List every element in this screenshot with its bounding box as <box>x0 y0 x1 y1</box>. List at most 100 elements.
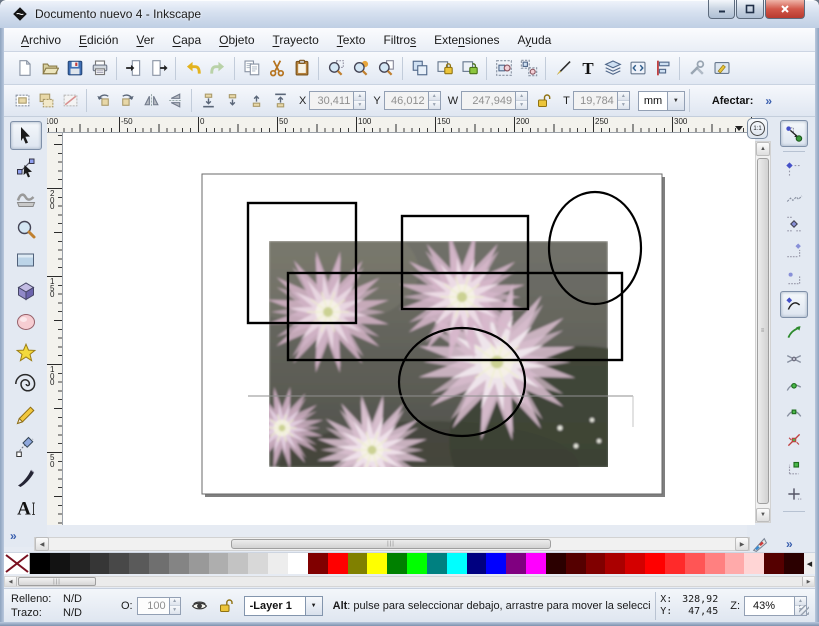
palette-scrollbar[interactable]: ◀ ||| ▶ <box>4 576 815 587</box>
input-devices-button[interactable] <box>709 55 734 81</box>
snap-nodes-button[interactable] <box>780 291 808 318</box>
palette-swatch[interactable] <box>744 553 764 574</box>
fill-stroke-indicator[interactable]: Relleno: N/D Trazo: N/D <box>11 592 107 620</box>
export-document-button[interactable] <box>146 55 171 81</box>
palette-swatch[interactable] <box>268 553 288 574</box>
palette-swatch[interactable] <box>427 553 447 574</box>
menu-ayuda[interactable]: Ayuda <box>509 30 561 50</box>
palette-swatch[interactable] <box>209 553 229 574</box>
palette-swatch[interactable] <box>764 553 784 574</box>
horizontal-ruler[interactable]: -100-50050100150200250300350 <box>47 117 755 133</box>
units-dropdown-arrow[interactable]: ▼ <box>668 91 685 111</box>
units-selector[interactable]: mm▼ <box>638 91 685 111</box>
menu-filtros[interactable]: Filtros <box>374 30 425 50</box>
ungroup-objects-button[interactable] <box>516 55 541 81</box>
menu-edicion[interactable]: Edición <box>70 30 127 50</box>
snap-bbox-edge-midpoints-button[interactable] <box>780 237 808 264</box>
snap-cusp-nodes-button[interactable] <box>780 372 808 399</box>
import-document-button[interactable] <box>121 55 146 81</box>
menu-ver[interactable]: Ver <box>127 30 163 50</box>
menu-archivo[interactable]: Archivo <box>12 30 70 50</box>
horizontal-scroll-thumb[interactable]: ||| <box>231 539 551 549</box>
fill-stroke-dialog-button[interactable] <box>550 55 575 81</box>
palette-swatch[interactable] <box>149 553 169 574</box>
flip-horizontal-button[interactable] <box>139 89 163 113</box>
scroll-down-arrow[interactable]: ▼ <box>756 508 770 522</box>
tool-spiral[interactable] <box>10 369 42 398</box>
y-field[interactable]: 46,012 <box>384 91 428 110</box>
palette-swatch[interactable] <box>248 553 268 574</box>
palette-swatch[interactable] <box>50 553 70 574</box>
raise-button[interactable] <box>244 89 268 113</box>
palette-swatch[interactable] <box>506 553 526 574</box>
resize-grip[interactable] <box>799 605 809 615</box>
palette-scroll-left-arrow[interactable]: ◀ <box>5 577 17 586</box>
tool-text[interactable]: A <box>10 493 42 522</box>
palette-swatch[interactable] <box>625 553 645 574</box>
palette-swatch[interactable] <box>566 553 586 574</box>
scroll-right-arrow[interactable]: ▶ <box>735 537 749 551</box>
snap-line-midpoints-button[interactable] <box>780 426 808 453</box>
palette-none-swatch[interactable] <box>4 553 30 574</box>
deselect-button[interactable] <box>58 89 82 113</box>
vertical-scrollbar[interactable]: ▲ ≡ ▼ <box>755 141 771 523</box>
palette-swatch[interactable] <box>288 553 308 574</box>
rotate-ccw-button[interactable] <box>91 89 115 113</box>
layer-dropdown-arrow[interactable]: ▼ <box>306 596 323 616</box>
tool-rectangle[interactable] <box>10 245 42 274</box>
palette-swatch[interactable] <box>169 553 189 574</box>
minimize-button[interactable] <box>708 0 735 19</box>
palette-swatch[interactable] <box>665 553 685 574</box>
palette-more-arrow[interactable]: ◀ <box>804 553 815 574</box>
tool-controls-overflow-chevron[interactable]: » <box>765 94 772 108</box>
scroll-up-arrow[interactable]: ▲ <box>756 142 770 156</box>
palette-swatch[interactable] <box>348 553 368 574</box>
tool-selector[interactable] <box>10 121 42 150</box>
palette-swatch[interactable] <box>129 553 149 574</box>
snap-bounding-box-button[interactable] <box>780 156 808 183</box>
zoom-selection-button[interactable] <box>323 55 348 81</box>
palette-scroll-thumb[interactable]: ||| <box>18 577 96 586</box>
menu-extensiones[interactable]: Extensiones <box>425 30 508 50</box>
tool-box-3d[interactable] <box>10 276 42 305</box>
palette-swatch[interactable] <box>90 553 110 574</box>
create-clone-button[interactable] <box>432 55 457 81</box>
palette-swatch[interactable] <box>685 553 705 574</box>
palette-swatch[interactable] <box>467 553 487 574</box>
select-all-button[interactable] <box>10 89 34 113</box>
vertical-ruler[interactable]: 2 0 01 5 01 0 05 0 <box>47 133 63 525</box>
rotate-cw-button[interactable] <box>115 89 139 113</box>
lower-button[interactable] <box>220 89 244 113</box>
menu-texto[interactable]: Texto <box>328 30 375 50</box>
select-all-layers-button[interactable] <box>34 89 58 113</box>
tool-tweak[interactable] <box>10 183 42 212</box>
horizontal-scrollbar[interactable]: ◀ ||| ▶ <box>34 537 750 551</box>
menu-capa[interactable]: Capa <box>163 30 210 50</box>
palette-swatch[interactable] <box>486 553 506 574</box>
tool-star[interactable] <box>10 338 42 367</box>
lock-ratio-button[interactable] <box>532 89 556 113</box>
tool-calligraphy[interactable] <box>10 462 42 491</box>
toolbox-overflow-chevron[interactable]: » <box>10 529 17 543</box>
enable-snapping-button[interactable] <box>780 120 808 147</box>
palette-swatch[interactable] <box>447 553 467 574</box>
snap-smooth-nodes-button[interactable] <box>780 399 808 426</box>
palette-swatch[interactable] <box>328 553 348 574</box>
swatches-dialog-icon[interactable] <box>751 536 768 553</box>
t-field[interactable]: 19,784 <box>573 91 617 110</box>
palette-swatch[interactable] <box>784 553 804 574</box>
tool-zoom[interactable] <box>10 214 42 243</box>
snap-to-paths-button[interactable] <box>780 318 808 345</box>
snap-bbox-centers-button[interactable] <box>780 264 808 291</box>
x-field[interactable]: 30,411 <box>309 91 353 110</box>
tool-ellipse[interactable] <box>10 307 42 336</box>
canvas-area[interactable] <box>63 133 755 525</box>
unlink-clone-button[interactable] <box>457 55 482 81</box>
w-spinner[interactable]: ▲▼ <box>515 91 528 110</box>
text-dialog-button[interactable]: T <box>575 55 600 81</box>
palette-swatch[interactable] <box>407 553 427 574</box>
layers-dialog-button[interactable] <box>600 55 625 81</box>
y-spinner[interactable]: ▲▼ <box>428 91 441 110</box>
raise-to-top-button[interactable] <box>268 89 292 113</box>
opacity-spinner[interactable]: ▲▼ <box>169 597 181 615</box>
